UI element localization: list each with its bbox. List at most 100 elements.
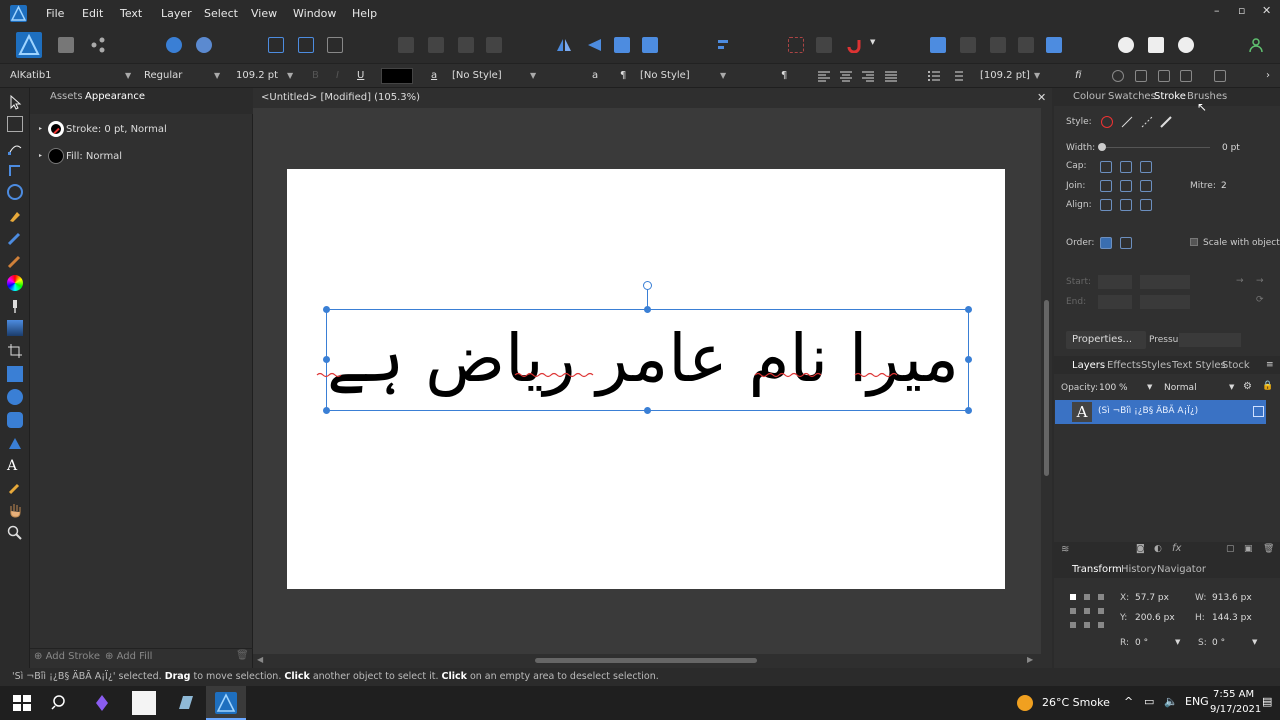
windows-start-icon[interactable] bbox=[10, 691, 34, 715]
arrow-position-icon[interactable]: → bbox=[1256, 276, 1264, 286]
stroke-swatch-icon[interactable] bbox=[48, 121, 64, 137]
end-size-select[interactable] bbox=[1140, 295, 1190, 309]
export-persona-icon[interactable] bbox=[90, 37, 106, 53]
grid-icon[interactable] bbox=[1180, 70, 1192, 82]
brush-line-icon[interactable] bbox=[1159, 115, 1173, 132]
mask-icon[interactable]: ◙ bbox=[1136, 544, 1145, 554]
order-front-icon[interactable] bbox=[486, 37, 502, 53]
triangle-tool-icon[interactable] bbox=[7, 435, 23, 451]
place-image-icon[interactable] bbox=[7, 320, 23, 336]
document-setup-icon[interactable] bbox=[166, 37, 182, 53]
miter-join-icon[interactable] bbox=[1100, 180, 1112, 192]
stroke-label[interactable]: Stroke: 0 pt, Normal bbox=[66, 124, 167, 135]
menu-help[interactable]: Help bbox=[352, 7, 377, 20]
corner-tool-icon[interactable] bbox=[7, 162, 23, 178]
width-slider-thumb[interactable] bbox=[1098, 143, 1106, 151]
tab-transform[interactable]: Transform bbox=[1072, 564, 1122, 575]
tab-stroke[interactable]: Stroke bbox=[1154, 91, 1186, 102]
height-field[interactable]: 144.3 px bbox=[1212, 613, 1252, 623]
para-style-select[interactable]: [No Style] bbox=[640, 68, 720, 84]
tab-stock[interactable]: Stock bbox=[1222, 360, 1250, 371]
pixel-persona-icon[interactable] bbox=[58, 37, 74, 53]
expand-arrow-icon[interactable]: ▸ bbox=[39, 152, 42, 159]
adjustment-icon[interactable]: ◐ bbox=[1154, 544, 1162, 554]
tab-brushes[interactable]: Brushes bbox=[1187, 91, 1227, 102]
weather-sun-icon[interactable] bbox=[1017, 695, 1033, 711]
geometry-add-icon[interactable] bbox=[930, 37, 946, 53]
snapping-dropdown-icon[interactable]: ▼ bbox=[870, 38, 875, 46]
crop-tool-icon[interactable] bbox=[7, 343, 23, 359]
round-cap-icon[interactable] bbox=[1120, 161, 1132, 173]
layer-row-selected[interactable]: A (Sì ¬Bîì ¡¿B§ ÄBÃ A¡Ï¿) bbox=[1055, 400, 1266, 424]
rotate-left-icon[interactable] bbox=[614, 37, 630, 53]
ellipse-tool-icon[interactable] bbox=[7, 389, 23, 405]
scale-with-object-checkbox[interactable] bbox=[1190, 238, 1198, 246]
pressure-graph[interactable] bbox=[1179, 333, 1241, 347]
butt-cap-icon[interactable] bbox=[1100, 161, 1112, 173]
show-hidden-icons[interactable]: ^ bbox=[1124, 695, 1133, 708]
artboard-canvas[interactable]: میرا نام عامر ریاض ہے bbox=[287, 169, 1005, 589]
geometry-subtract-icon[interactable] bbox=[960, 37, 976, 53]
taskbar-affinity-designer[interactable] bbox=[206, 686, 246, 720]
scroll-left-icon[interactable]: ◀ bbox=[257, 655, 263, 664]
expand-arrow-icon[interactable]: ▸ bbox=[39, 125, 42, 132]
search-icon[interactable] bbox=[48, 691, 72, 715]
menu-select[interactable]: Select bbox=[204, 7, 238, 20]
minimize-button[interactable]: – bbox=[1214, 4, 1220, 17]
weather-text[interactable]: 26°C Smoke bbox=[1042, 696, 1110, 709]
align-inside-stroke-icon[interactable] bbox=[1120, 199, 1132, 211]
layers-stack-icon[interactable]: ≋ bbox=[1061, 544, 1069, 555]
order-backward-icon[interactable] bbox=[428, 37, 444, 53]
designer-persona-icon[interactable] bbox=[16, 32, 42, 58]
clock-date[interactable]: 9/17/2021 bbox=[1210, 704, 1261, 715]
flip-vertical-icon[interactable] bbox=[586, 37, 602, 53]
view-icon[interactable] bbox=[1135, 70, 1147, 82]
char-icon-button[interactable]: a bbox=[592, 68, 598, 84]
clock-time[interactable]: 7:55 AM bbox=[1213, 689, 1254, 700]
geometry-xor-icon[interactable] bbox=[1018, 37, 1034, 53]
tab-history[interactable]: History bbox=[1121, 564, 1157, 575]
horizontal-scroll-thumb[interactable] bbox=[535, 658, 757, 663]
font-family-select[interactable]: AlKatib1 bbox=[10, 68, 130, 84]
width-value[interactable]: 0 pt bbox=[1222, 143, 1240, 153]
boolean-add-icon[interactable] bbox=[788, 37, 804, 53]
tab-styles[interactable]: Styles bbox=[1141, 360, 1171, 371]
volume-icon[interactable]: 🔈 bbox=[1164, 695, 1178, 708]
snap-geometry-icon[interactable] bbox=[298, 37, 314, 53]
width-slider-track[interactable] bbox=[1100, 147, 1210, 148]
properties-button[interactable]: Properties... bbox=[1066, 331, 1146, 349]
paragraph-button[interactable]: ¶ bbox=[620, 68, 626, 84]
color-picker-icon[interactable] bbox=[7, 480, 23, 496]
network-icon[interactable]: ▭ bbox=[1144, 695, 1154, 708]
end-arrowhead-select[interactable] bbox=[1098, 295, 1132, 309]
blend-mode-select[interactable]: Normal bbox=[1164, 383, 1197, 393]
solid-line-icon[interactable] bbox=[1120, 115, 1134, 132]
transform-icon[interactable] bbox=[1158, 70, 1170, 82]
snap-grid-icon[interactable] bbox=[327, 37, 343, 53]
hand-tool-icon[interactable] bbox=[7, 502, 23, 518]
tab-assets[interactable]: Assets bbox=[50, 91, 83, 102]
rotate-right-icon[interactable] bbox=[642, 37, 658, 53]
geometry-intersect-icon[interactable] bbox=[990, 37, 1006, 53]
round-join-icon[interactable] bbox=[1120, 180, 1132, 192]
tab-swatches[interactable]: Swatches bbox=[1108, 91, 1156, 102]
account-icon[interactable] bbox=[1248, 37, 1264, 53]
align-outside-stroke-icon[interactable] bbox=[1140, 199, 1152, 211]
underline-button[interactable]: U bbox=[357, 68, 364, 84]
tab-effects[interactable]: Effects bbox=[1107, 360, 1141, 371]
vertical-scrollbar[interactable] bbox=[1041, 108, 1052, 668]
pen-tool-icon[interactable] bbox=[7, 208, 23, 224]
tab-appearance[interactable]: Appearance bbox=[85, 91, 145, 102]
snapping-magnet-icon[interactable] bbox=[846, 37, 862, 54]
order-forward-icon[interactable] bbox=[458, 37, 474, 53]
add-fill-button[interactable]: ⊕ Add Fill bbox=[105, 651, 152, 662]
char-panel-button[interactable]: a bbox=[431, 68, 437, 84]
horizontal-scrollbar[interactable]: ◀ ▶ bbox=[253, 654, 1041, 668]
opacity-value[interactable]: 100 % bbox=[1099, 383, 1128, 393]
rotation-field[interactable]: 0 ° bbox=[1135, 638, 1148, 648]
menu-layer[interactable]: Layer bbox=[161, 7, 192, 20]
bold-button[interactable]: B bbox=[312, 68, 319, 84]
maximize-button[interactable]: ▫ bbox=[1238, 4, 1245, 17]
align-icon[interactable] bbox=[716, 37, 732, 53]
square-cap-icon[interactable] bbox=[1140, 161, 1152, 173]
